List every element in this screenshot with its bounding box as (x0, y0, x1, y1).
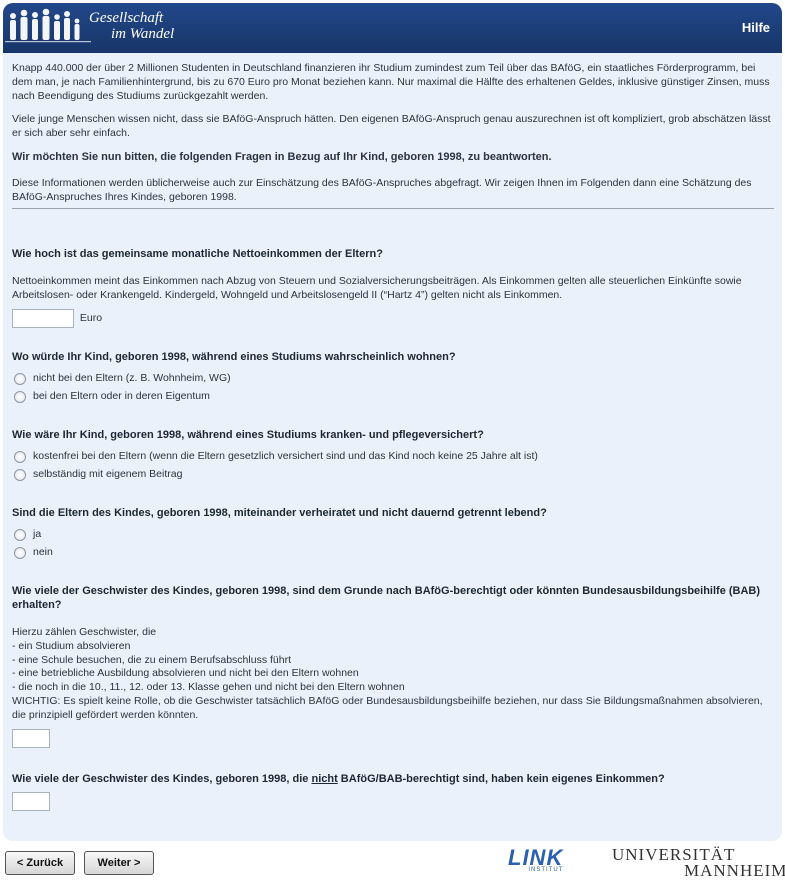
option-free-with-parents[interactable]: kostenfrei bei den Eltern (wenn die Elte… (14, 448, 774, 466)
question-title: Wie wäre Ihr Kind, geboren 1998, während… (12, 428, 484, 441)
question-title: Wie viele der Geschwister des Kindes, ge… (12, 772, 774, 786)
divider (12, 208, 774, 210)
siblings-eligible-input[interactable] (12, 728, 50, 748)
option-no[interactable]: nein (14, 544, 774, 562)
people-silhouette-icon (5, 8, 91, 43)
option-label: nein (33, 546, 53, 559)
income-row: Euro (12, 308, 774, 328)
logo-line-2: im Wandel (111, 26, 175, 42)
radio-button[interactable] (14, 546, 26, 559)
note-line: - eine Schule besuchen, die zu einem Ber… (12, 653, 291, 666)
intro-paragraph-1: Knapp 440.000 der über 2 Millionen Stude… (12, 62, 770, 102)
radio-button[interactable] (14, 468, 26, 481)
unit-label: Euro (79, 311, 103, 324)
option-label: nicht bei den Eltern (z. B. Wohnheim, WG… (33, 372, 231, 385)
help-link[interactable]: Hilfe (742, 20, 770, 35)
intro-paragraph-4: Diese Informationen werden üblicherweise… (12, 176, 752, 203)
note-line: - ein Studium absolvieren (12, 639, 131, 652)
logo-line-1: Gesellschaft (89, 10, 164, 26)
note-line: Hierzu zählen Geschwister, die (12, 625, 157, 638)
title-part: BAföG/BAB-berechtigt sind, haben kein ei… (337, 772, 665, 785)
radio-button[interactable] (14, 450, 26, 463)
link-institut-logo: LINK INSTITUT (508, 845, 564, 874)
question-title: Wie viele der Geschwister des Kindes, ge… (12, 584, 761, 611)
radio-button[interactable] (14, 528, 26, 541)
link-logo-text: LINK (508, 845, 564, 870)
title-underlined: nicht (311, 772, 338, 785)
question-housing: Wo würde Ihr Kind, geboren 1998, während… (12, 350, 774, 406)
intro-paragraph-3: Wir möchten Sie nun bitten, die folgende… (12, 150, 552, 163)
note-line: - eine betriebliche Ausbildung absolvier… (12, 667, 359, 680)
question-parents-married: Sind die Eltern des Kindes, geboren 1998… (12, 506, 774, 562)
radio-button[interactable] (14, 390, 26, 403)
question-note: Nettoeinkommen meint das Einkommen nach … (12, 275, 742, 302)
option-label: bei den Eltern oder in deren Eigentum (33, 390, 210, 403)
option-label: selbständig mit eigenem Beitrag (33, 468, 183, 481)
question-title: Wie hoch ist das gemeinsame monatliche N… (12, 248, 383, 261)
option-label: kostenfrei bei den Eltern (wenn die Elte… (33, 450, 538, 463)
note-line: - die noch in die 10., 11., 12. oder 13.… (12, 681, 405, 694)
survey-panel: Gesellschaft im Wandel Hilfe Knapp 440.0… (3, 3, 782, 841)
question-siblings-eligible: Wie viele der Geschwister des Kindes, ge… (12, 584, 774, 748)
option-yes[interactable]: ja (14, 526, 774, 544)
option-label: ja (33, 528, 42, 541)
income-input[interactable] (12, 308, 74, 328)
header-bar: Gesellschaft im Wandel Hilfe (3, 3, 782, 53)
university-mannheim-logo: UNIVERSITÄT MANNHEIM (612, 846, 785, 879)
footer: < Zurück Weiter > LINK INSTITUT UNIVERSI… (0, 841, 785, 883)
question-insurance: Wie wäre Ihr Kind, geboren 1998, während… (12, 428, 774, 484)
question-note: Hierzu zählen Geschwister, die - ein Stu… (12, 626, 774, 723)
note-line: WICHTIG: Es spielt keine Rolle, ob die G… (12, 694, 763, 721)
back-button[interactable]: < Zurück (5, 851, 75, 875)
radio-button[interactable] (14, 372, 26, 385)
question-title: Sind die Eltern des Kindes, geboren 1998… (12, 506, 547, 519)
question-income: Wie hoch ist das gemeinsame monatliche N… (12, 247, 774, 328)
title-part: Wie viele der Geschwister des Kindes, ge… (12, 772, 312, 785)
question-title: Wo würde Ihr Kind, geboren 1998, während… (12, 350, 456, 363)
option-self-insured[interactable]: selbständig mit eigenem Beitrag (14, 466, 774, 484)
logo: Gesellschaft im Wandel (5, 3, 205, 53)
option-with-parents[interactable]: bei den Eltern oder in deren Eigentum (14, 388, 774, 406)
uni-logo-line-2: MANNHEIM (684, 861, 785, 880)
content-area: Knapp 440.000 der über 2 Millionen Stude… (3, 53, 782, 811)
option-not-with-parents[interactable]: nicht bei den Eltern (z. B. Wohnheim, WG… (14, 370, 774, 388)
logo-text: Gesellschaft im Wandel (89, 10, 174, 42)
siblings-no-income-input[interactable] (12, 791, 50, 811)
next-button[interactable]: Weiter > (84, 851, 154, 875)
intro-paragraph-2: Viele junge Menschen wissen nicht, dass … (12, 113, 771, 140)
question-siblings-no-income: Wie viele der Geschwister des Kindes, ge… (12, 772, 774, 811)
